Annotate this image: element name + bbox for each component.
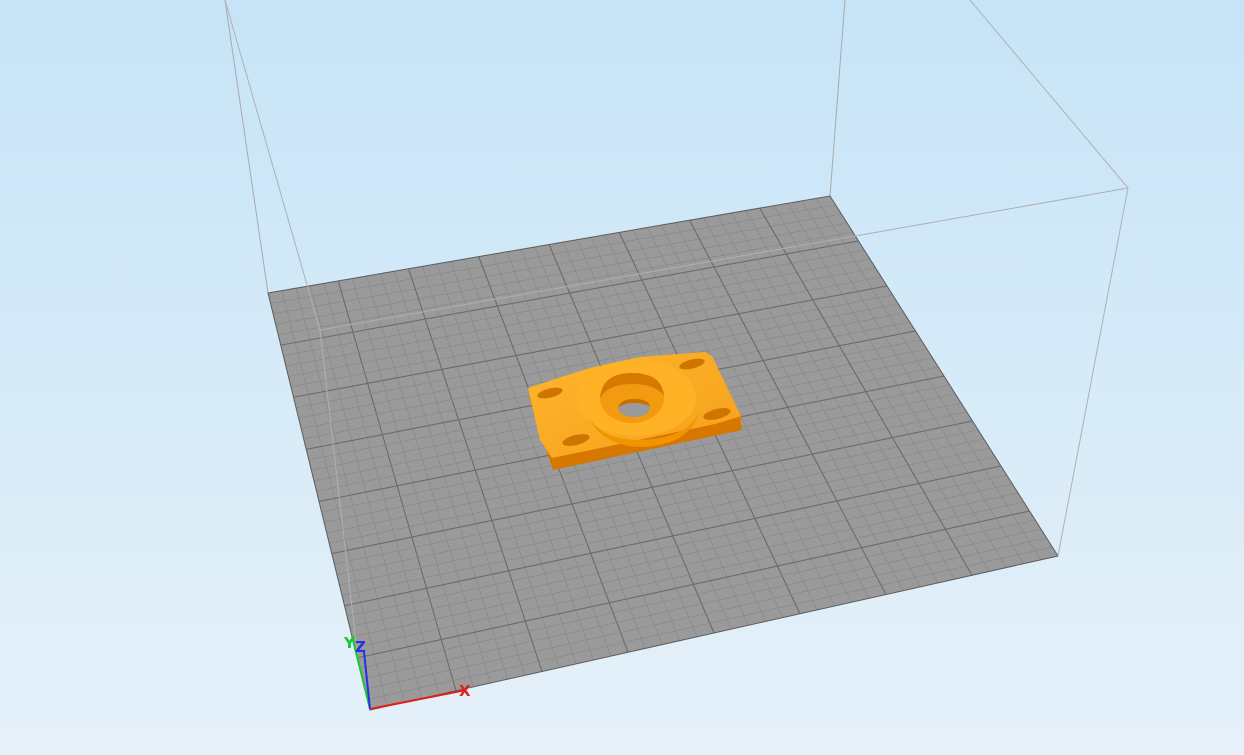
- z-axis-label: Z: [355, 638, 366, 656]
- x-axis-label: X: [459, 682, 471, 700]
- 3d-scene[interactable]: X Y Z: [0, 0, 1244, 755]
- 3d-viewport[interactable]: X Y Z: [0, 0, 1244, 755]
